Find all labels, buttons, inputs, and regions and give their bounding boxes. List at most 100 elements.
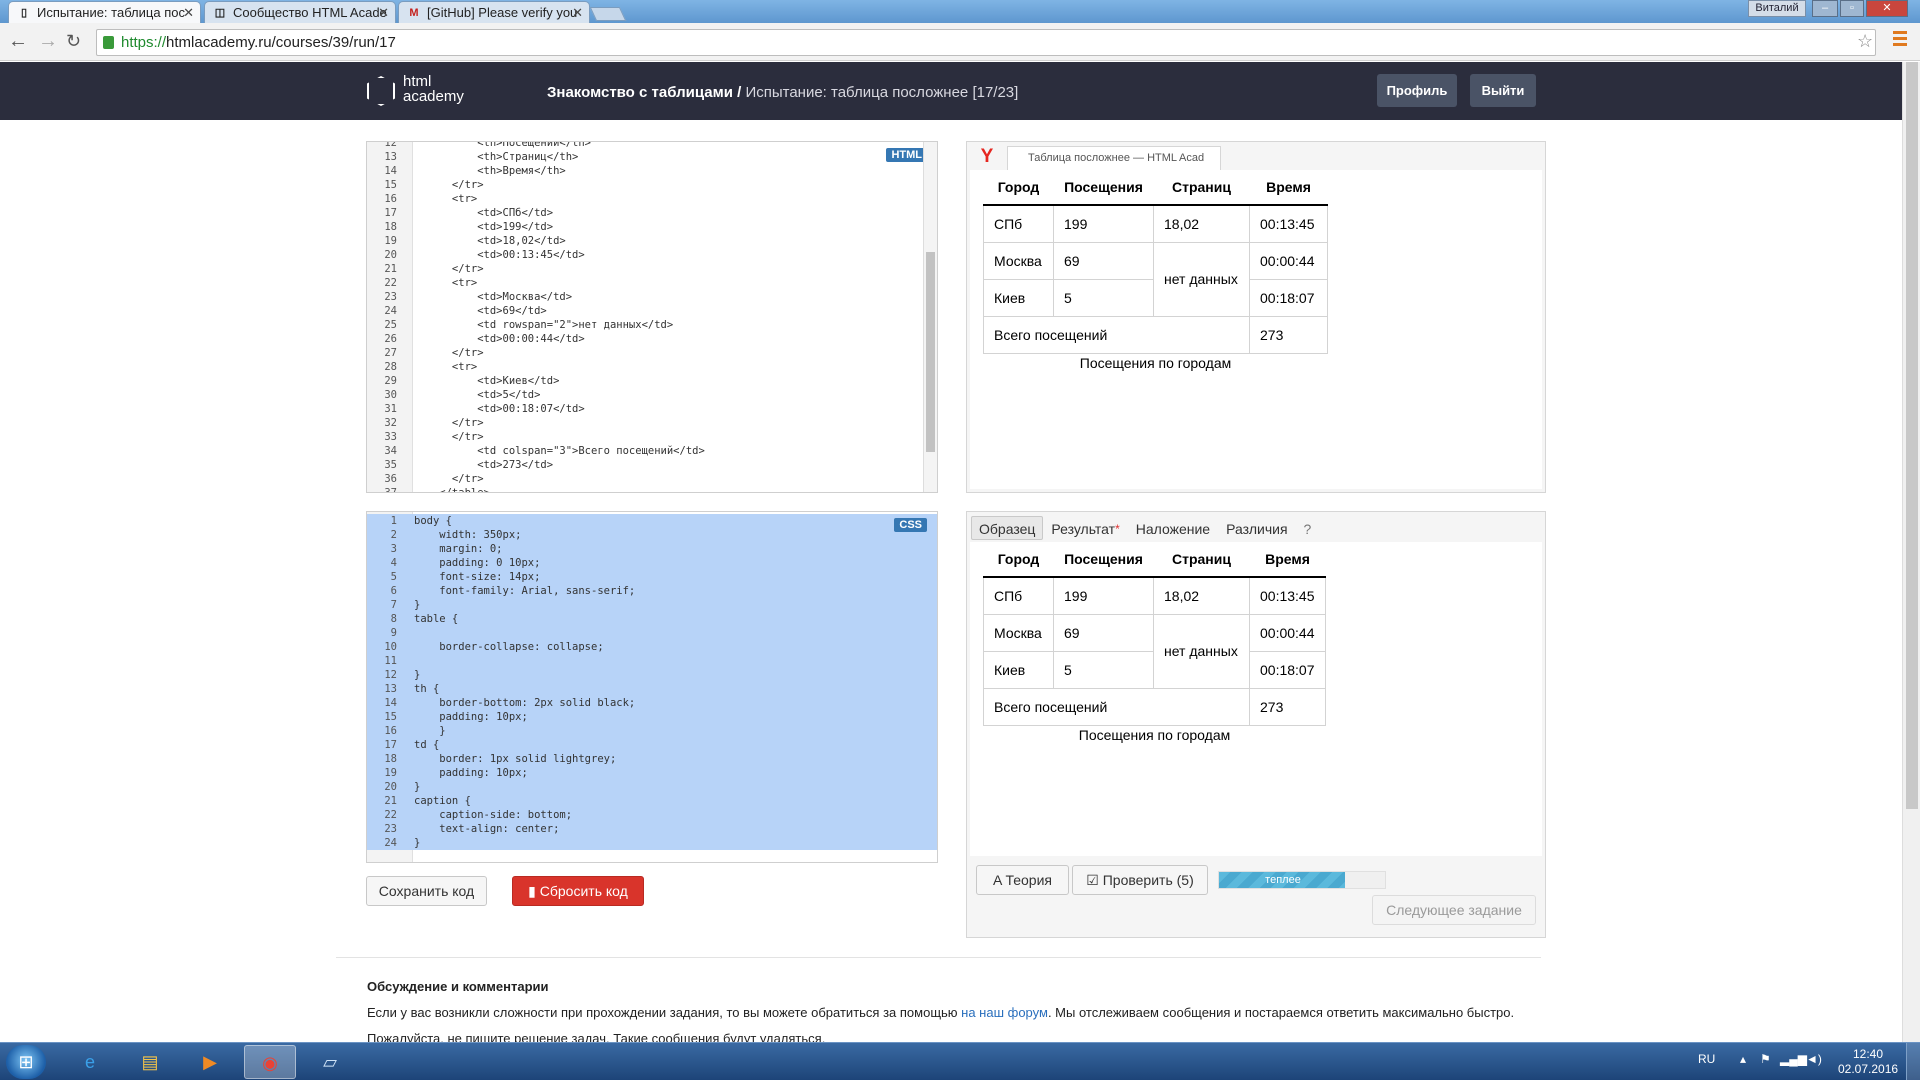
- language-indicator[interactable]: RU: [1698, 1052, 1715, 1066]
- code-line: 18 <td>199</td>: [367, 220, 937, 234]
- file-explorer-icon[interactable]: ▤: [124, 1045, 176, 1079]
- bookmark-star-icon[interactable]: ☆: [1857, 31, 1873, 52]
- next-task-button[interactable]: Следующее задание: [1372, 895, 1536, 925]
- table-cell: 199: [1053, 204, 1154, 243]
- code-line: 8 table {: [367, 612, 937, 626]
- tab-diff[interactable]: Различия: [1218, 516, 1295, 540]
- th-city: Город: [983, 170, 1054, 206]
- browser-menu-icon[interactable]: [1893, 31, 1907, 47]
- code-line: 17 <td>СПб</td>: [367, 206, 937, 220]
- forward-arrow-icon[interactable]: →: [38, 30, 58, 52]
- clock[interactable]: 12:40 02.07.2016: [1838, 1047, 1898, 1077]
- css-code-editor[interactable]: 1 body {2 width: 350px; 3 margin: 0; 4 padd…: [366, 511, 938, 863]
- url-input[interactable]: https://htmlacademy.ru/courses/39/run/17: [96, 29, 1876, 56]
- html-code-editor[interactable]: 12 <th>Посещений</th> 13 <th>Страниц</th>…: [366, 141, 938, 493]
- tab-overlay[interactable]: Наложение: [1128, 516, 1218, 540]
- new-tab-button[interactable]: [589, 7, 627, 21]
- maximize-icon[interactable]: ▫: [1840, 0, 1864, 17]
- network-icon[interactable]: ▂▄▆: [1780, 1052, 1807, 1066]
- tab-result[interactable]: Результат*: [1043, 516, 1127, 540]
- css-badge: CSS: [894, 518, 927, 532]
- line-number: 9: [390, 627, 397, 639]
- warmth-progress-bar: теплее: [1218, 871, 1386, 889]
- gmail-icon: M: [409, 7, 419, 19]
- code-line: 27 </tr>: [367, 346, 937, 360]
- minimize-icon[interactable]: –: [1812, 0, 1838, 17]
- code-line: 13 <th>Страниц</th>: [367, 150, 937, 164]
- line-number: 3: [390, 543, 397, 555]
- reset-code-button[interactable]: ▮ Сбросить код: [512, 876, 644, 906]
- forum-link[interactable]: на наш форум: [961, 1005, 1048, 1020]
- code-text: }: [414, 781, 421, 793]
- browser-tab[interactable]: M [GitHub] Please verify you ✕: [398, 1, 590, 23]
- code-line: 3 margin: 0;: [367, 542, 937, 556]
- code-line: 16 <tr>: [367, 192, 937, 206]
- code-text: <td>5</td>: [414, 389, 541, 401]
- th-pages: Страниц: [1153, 542, 1250, 578]
- clock-date: 02.07.2016: [1838, 1062, 1899, 1076]
- trash-icon: ▮: [528, 883, 540, 899]
- code-text: </tr>: [414, 179, 484, 191]
- logo-hexagon-icon: [367, 76, 395, 106]
- code-text: <td>273</td>: [414, 459, 554, 471]
- code-line: 26 <td>00:00:44</td>: [367, 332, 937, 346]
- yandex-browser-icon: Y: [980, 146, 994, 167]
- internet-explorer-icon[interactable]: e: [64, 1045, 116, 1079]
- theory-button[interactable]: A Теория: [976, 865, 1069, 895]
- editor-scrollbar-thumb[interactable]: [926, 252, 935, 452]
- close-tab-icon[interactable]: ✕: [378, 2, 389, 23]
- save-code-button[interactable]: Сохранить код: [366, 876, 487, 906]
- code-text: </tr>: [414, 417, 484, 429]
- code-text: <td>00:13:45</td>: [414, 249, 585, 261]
- table-cell: 00:18:07: [1249, 278, 1328, 317]
- table-cell: 00:00:44: [1249, 613, 1326, 652]
- line-number: 16: [384, 193, 397, 205]
- start-button[interactable]: ⊞: [6, 1045, 46, 1079]
- editor-scrollbar[interactable]: [923, 142, 937, 492]
- page-scrollbar[interactable]: [1902, 62, 1920, 1042]
- breadcrumb-course[interactable]: Знакомство с таблицами: [547, 84, 733, 101]
- table-row: Москва 69 нет данных 00:00:44: [983, 613, 1326, 689]
- chrome-icon[interactable]: ◉: [244, 1045, 296, 1079]
- action-center-icon[interactable]: ⚑: [1760, 1052, 1771, 1066]
- th-time: Время: [1249, 542, 1326, 578]
- scrollbar-thumb[interactable]: [1906, 62, 1918, 809]
- code-line: 30 <td>5</td>: [367, 388, 937, 402]
- help-icon[interactable]: ?: [1296, 516, 1320, 540]
- profile-user-button[interactable]: Виталий: [1748, 0, 1806, 17]
- profile-button[interactable]: Профиль: [1377, 74, 1457, 107]
- code-text: <tr>: [414, 277, 478, 289]
- close-window-icon[interactable]: ✕: [1866, 0, 1908, 17]
- line-number: 15: [384, 711, 397, 723]
- line-number: 14: [384, 697, 397, 709]
- show-desktop-button[interactable]: [1906, 1043, 1920, 1080]
- back-arrow-icon[interactable]: ←: [8, 30, 28, 52]
- tray-expand-icon[interactable]: ▴: [1740, 1052, 1746, 1066]
- table-row: СПб 199 18,02 00:13:45: [983, 576, 1326, 615]
- close-tab-icon[interactable]: ✕: [572, 2, 583, 23]
- logo-text-line2: academy: [403, 88, 464, 105]
- logout-button[interactable]: Выйти: [1470, 74, 1536, 107]
- table-cell-total-label: Всего посещений: [983, 315, 1250, 354]
- line-number: 23: [384, 823, 397, 835]
- reload-icon[interactable]: ↻: [66, 30, 81, 52]
- browser-tab[interactable]: ◫ Сообщество HTML Acade ✕: [204, 1, 396, 23]
- notepad-icon[interactable]: ▱: [304, 1045, 356, 1079]
- th-visits: Посещения: [1053, 542, 1154, 578]
- code-text: th {: [414, 683, 440, 695]
- browser-tab-active[interactable]: ▯ Испытание: таблица пос ✕: [8, 1, 201, 23]
- code-text: text-align: center;: [414, 823, 560, 835]
- line-number: 16: [384, 725, 397, 737]
- check-label: Проверить (5): [1102, 872, 1194, 888]
- tab-sample[interactable]: Образец: [971, 516, 1044, 540]
- volume-icon[interactable]: ◄): [1806, 1052, 1822, 1066]
- code-text: <td>Москва</td>: [414, 291, 573, 303]
- line-number: 29: [384, 375, 397, 387]
- check-button[interactable]: ☑ Проверить (5): [1072, 865, 1208, 895]
- close-tab-icon[interactable]: ✕: [183, 2, 194, 23]
- discussion-heading: Обсуждение и комментарии: [367, 979, 549, 994]
- media-player-icon[interactable]: ▶: [184, 1045, 236, 1079]
- line-number: 13: [384, 151, 397, 163]
- table-cell: 18,02: [1153, 204, 1250, 243]
- line-number: 35: [384, 459, 397, 471]
